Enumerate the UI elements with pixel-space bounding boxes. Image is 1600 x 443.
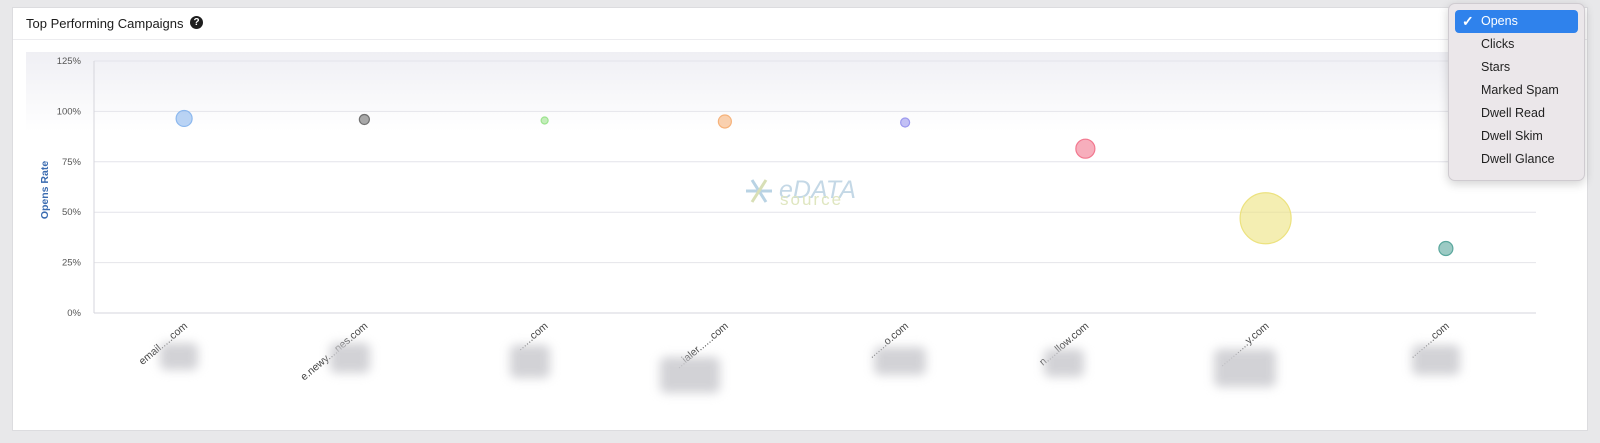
menu-item-label: Marked Spam bbox=[1481, 83, 1559, 97]
redacted-label-mask bbox=[510, 345, 550, 378]
opens-rate-bubble-chart: 0%25%50%75%100%125% email.....come.newy.… bbox=[26, 52, 1566, 383]
menu-item-dwell-skim[interactable]: Dwell Skim bbox=[1455, 125, 1578, 148]
watermark-word2: source bbox=[780, 190, 843, 209]
menu-item-label: Opens bbox=[1481, 14, 1518, 28]
data-bubble[interactable] bbox=[175, 109, 193, 128]
menu-item-label: Clicks bbox=[1481, 37, 1515, 51]
y-tick-label: 100% bbox=[57, 106, 82, 117]
menu-item-label: Dwell Glance bbox=[1481, 152, 1555, 166]
data-bubble[interactable] bbox=[1438, 240, 1454, 257]
redacted-label-mask bbox=[330, 343, 370, 373]
y-tick-label: 75% bbox=[62, 157, 82, 168]
plot-band bbox=[26, 52, 1566, 132]
data-bubble[interactable] bbox=[900, 117, 911, 128]
redacted-label-mask bbox=[160, 343, 198, 370]
menu-item-label: Dwell Read bbox=[1481, 106, 1545, 120]
data-bubble[interactable] bbox=[1239, 192, 1292, 245]
menu-item-dwell-read[interactable]: Dwell Read bbox=[1455, 102, 1578, 125]
menu-item-label: Dwell Skim bbox=[1481, 129, 1543, 143]
data-bubble[interactable] bbox=[1075, 138, 1096, 159]
edatasource-watermark: eDATA source bbox=[746, 176, 856, 209]
redacted-label-mask bbox=[660, 357, 720, 393]
y-axis-label: Opens Rate bbox=[39, 161, 51, 220]
y-tick-label: 125% bbox=[57, 56, 82, 67]
redacted-label-mask bbox=[1412, 345, 1460, 375]
y-tick-label: 50% bbox=[62, 207, 82, 218]
menu-item-marked-spam[interactable]: Marked Spam bbox=[1455, 79, 1578, 102]
y-tick-label: 0% bbox=[67, 308, 81, 319]
menu-item-dwell-glance[interactable]: Dwell Glance bbox=[1455, 148, 1578, 171]
menu-item-label: Stars bbox=[1481, 60, 1511, 74]
menu-item-clicks[interactable]: Clicks bbox=[1455, 33, 1578, 56]
metric-dropdown-menu[interactable]: ✓ Opens Clicks Stars Marked Spam Dwell R… bbox=[1448, 3, 1585, 181]
data-bubble[interactable] bbox=[358, 113, 370, 126]
checkmark-icon: ✓ bbox=[1462, 13, 1474, 29]
redacted-label-mask bbox=[1044, 349, 1084, 377]
redacted-label-mask bbox=[1214, 349, 1276, 387]
data-bubble[interactable] bbox=[540, 116, 549, 125]
data-bubble[interactable] bbox=[717, 114, 732, 129]
menu-item-opens[interactable]: ✓ Opens bbox=[1455, 10, 1578, 33]
y-tick-label: 25% bbox=[62, 258, 82, 269]
snowflake-logo-icon bbox=[746, 179, 772, 203]
redacted-label-mask bbox=[874, 347, 926, 375]
menu-item-stars[interactable]: Stars bbox=[1455, 56, 1578, 79]
